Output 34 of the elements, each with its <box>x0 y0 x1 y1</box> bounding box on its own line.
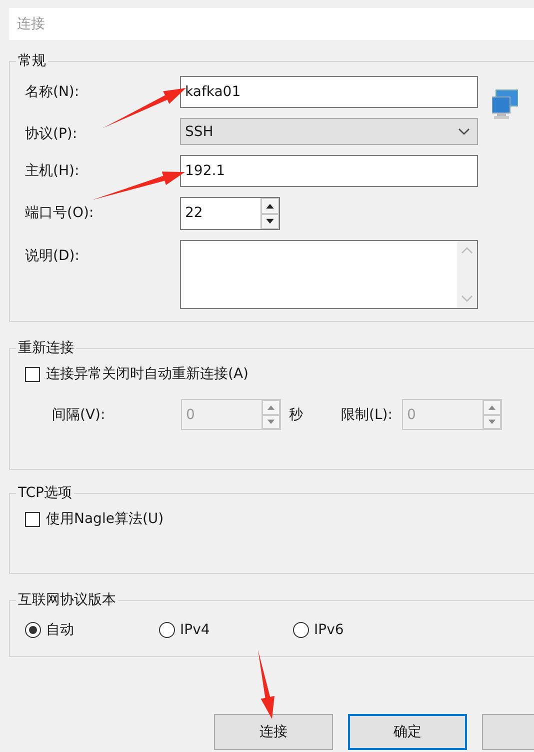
description-field[interactable] <box>180 240 478 309</box>
checkbox-label: 使用Nagle算法(U) <box>46 510 164 528</box>
annotation-arrow <box>258 650 274 719</box>
field-label: 名称(N): <box>25 83 80 101</box>
header-field: 连接 <box>9 8 534 40</box>
input-field[interactable]: 192.1 <box>180 155 478 187</box>
scroll-down-icon <box>460 294 474 304</box>
dialog-button[interactable]: 连接 <box>214 714 333 750</box>
radio-button[interactable] <box>159 622 175 638</box>
group-title: 常规 <box>17 52 47 70</box>
checkbox[interactable] <box>25 366 40 382</box>
field-label: 协议(P): <box>25 125 78 143</box>
radio-button[interactable] <box>25 622 41 638</box>
radio-label: IPv6 <box>314 622 344 638</box>
spin-field[interactable]: 22 <box>180 197 280 230</box>
input-field[interactable]: kafka01 <box>180 76 478 108</box>
checkbox[interactable] <box>25 512 40 526</box>
radio-button[interactable] <box>293 622 309 638</box>
group-title: TCP选项 <box>17 484 73 502</box>
checkbox-label: 连接异常关闭时自动重新连接(A) <box>46 365 249 383</box>
chevron-down-icon <box>457 126 471 136</box>
radio-label: 自动 <box>46 621 74 639</box>
scroll-up-icon <box>460 245 474 255</box>
field-label: 端口号(O): <box>25 204 95 222</box>
group-title: 互联网协议版本 <box>17 591 117 609</box>
field-label: 主机(H): <box>25 162 80 180</box>
field-label: 限制(L): <box>341 406 394 424</box>
protocol-dropdown[interactable]: SSH <box>180 118 478 145</box>
dialog-button[interactable]: 确定 <box>348 714 467 750</box>
group-title: 重新连接 <box>17 339 75 357</box>
field-label: 间隔(V): <box>52 406 106 424</box>
unit-label: 秒 <box>289 406 304 424</box>
field-label: 说明(D): <box>25 247 80 265</box>
radio-label: IPv4 <box>180 622 210 638</box>
